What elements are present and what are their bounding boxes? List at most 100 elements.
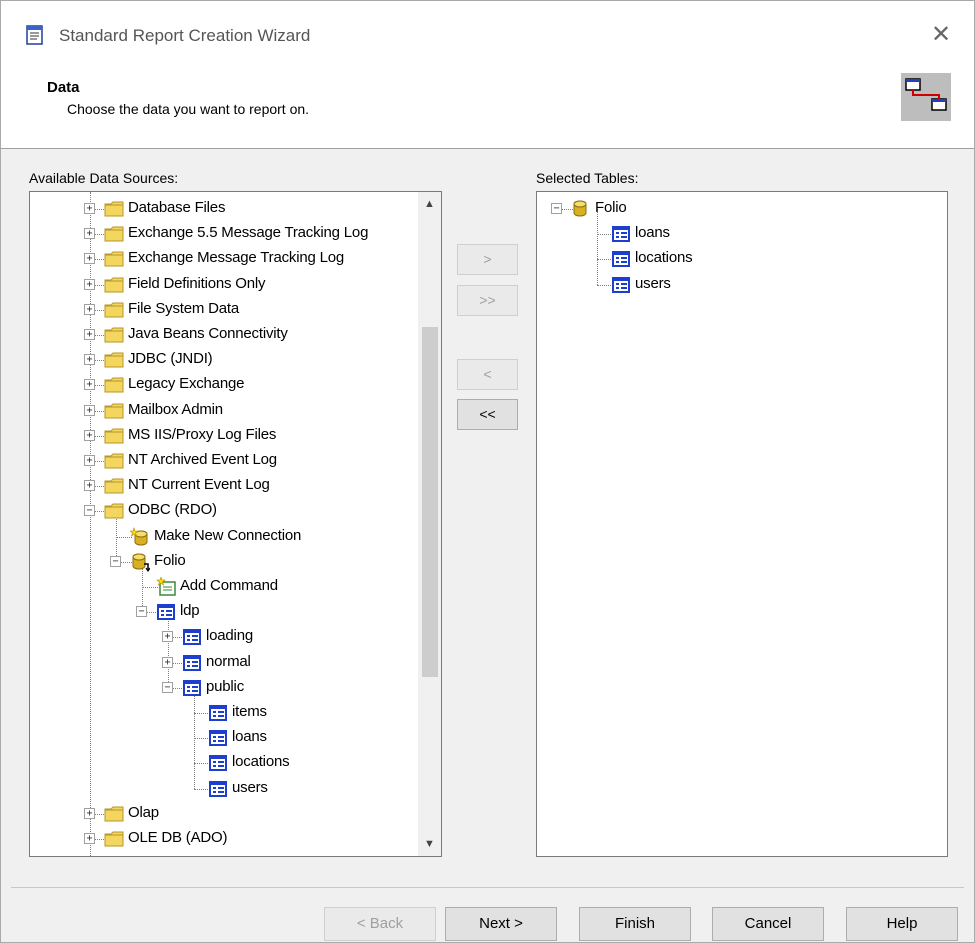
tree-item[interactable]: + NT Current Event Log xyxy=(30,474,418,498)
tree-item[interactable]: + NT Archived Event Log xyxy=(30,449,418,473)
tree-item[interactable]: Make New Connection xyxy=(30,525,418,549)
tree-item[interactable]: users xyxy=(537,273,947,297)
table-icon xyxy=(612,226,630,243)
folder-icon xyxy=(104,831,124,847)
table-icon xyxy=(183,679,201,696)
tree-item[interactable]: − public xyxy=(30,676,418,700)
cancel-button[interactable]: Cancel xyxy=(712,907,824,941)
finish-button[interactable]: Finish xyxy=(579,907,691,941)
tree-item[interactable]: − ODBC (RDO) xyxy=(30,499,418,523)
tree-item-label: MS IIS/Proxy Log Files xyxy=(128,425,277,443)
tree-item-label: File System Data xyxy=(128,299,239,317)
scroll-down-arrow-icon[interactable]: ▼ xyxy=(418,832,441,856)
expand-plus-icon[interactable]: + xyxy=(84,455,95,466)
tree-item[interactable]: + Database Files xyxy=(30,197,418,221)
scroll-up-arrow-icon[interactable]: ▲ xyxy=(418,192,441,216)
tree-item[interactable]: + Olap xyxy=(30,802,418,826)
collapse-minus-icon[interactable]: − xyxy=(110,555,121,567)
tree-item-label: loans xyxy=(635,224,670,242)
expand-plus-icon[interactable]: + xyxy=(84,429,95,441)
expand-plus-icon[interactable]: + xyxy=(84,404,95,416)
table-icon xyxy=(209,780,227,797)
expand-plus-icon[interactable]: + xyxy=(84,253,95,265)
tree-item[interactable]: + Exchange 5.5 Message Tracking Log xyxy=(30,222,418,246)
remove-button[interactable]: < xyxy=(457,359,518,390)
expand-plus-icon[interactable]: + xyxy=(162,656,173,668)
tree-item[interactable]: + MS IIS/Proxy Log Files xyxy=(30,424,418,448)
tree-item[interactable]: locations xyxy=(537,247,947,271)
tree-item-label: ldp xyxy=(180,602,200,620)
expand-plus-icon[interactable]: + xyxy=(162,631,173,643)
tree-item-label: OLE DB (ADO) xyxy=(128,829,228,846)
expand-plus-icon[interactable]: + xyxy=(84,354,95,366)
collapse-minus-icon[interactable]: − xyxy=(84,505,95,517)
tree-item[interactable]: + Exchange Message Tracking Log xyxy=(30,247,418,271)
tree-item[interactable]: + Legacy Exchange xyxy=(30,373,418,397)
scroll-thumb[interactable] xyxy=(422,327,438,677)
footer-divider xyxy=(11,887,964,888)
tree-item[interactable]: items xyxy=(30,701,418,725)
help-button[interactable]: Help xyxy=(846,907,958,941)
folder-icon xyxy=(104,403,124,419)
tree-item-label: Mailbox Admin xyxy=(128,400,223,418)
tree-scrollbar[interactable]: ▲ ▼ xyxy=(418,192,441,856)
add-command-icon xyxy=(156,577,176,596)
title-bar: Standard Report Creation Wizard ✕ xyxy=(1,1,974,71)
tree-item[interactable]: − Folio xyxy=(537,197,947,221)
remove-all-button[interactable]: << xyxy=(457,399,518,430)
tree-item-label: loading xyxy=(206,627,253,645)
new-connection-icon xyxy=(130,526,148,546)
tree-item[interactable]: + OLE DB (ADO) xyxy=(30,827,418,851)
tree-item[interactable]: + Mailbox Admin xyxy=(30,399,418,423)
folder-icon xyxy=(104,503,124,519)
tree-item[interactable]: + normal xyxy=(30,651,418,675)
folder-icon xyxy=(104,251,124,267)
expand-plus-icon[interactable]: + xyxy=(84,807,95,819)
data-link-icon xyxy=(901,73,951,121)
tree-item-label: normal xyxy=(206,652,251,670)
expand-plus-icon[interactable]: + xyxy=(84,203,95,214)
expand-plus-icon[interactable]: + xyxy=(84,329,95,340)
folder-icon xyxy=(104,201,124,217)
expand-plus-icon[interactable]: + xyxy=(84,228,95,240)
next-button[interactable]: Next > xyxy=(445,907,557,941)
tree-item-label: Make New Connection xyxy=(154,526,302,544)
tree-item[interactable]: + Java Beans Connectivity xyxy=(30,323,418,347)
tree-item[interactable]: users xyxy=(30,777,418,801)
collapse-minus-icon[interactable]: − xyxy=(551,203,562,214)
selected-tables-tree[interactable]: − Folio loans locations users xyxy=(536,191,948,857)
expand-plus-icon[interactable]: + xyxy=(84,480,95,492)
tree-item[interactable]: − Folio xyxy=(30,550,418,574)
folder-icon xyxy=(104,352,124,368)
database-icon xyxy=(573,200,587,217)
tree-item-label: Field Definitions Only xyxy=(128,274,266,292)
collapse-minus-icon[interactable]: − xyxy=(136,606,147,618)
step-subtitle: Choose the data you want to report on. xyxy=(67,101,310,117)
tree-item[interactable]: locations xyxy=(30,751,418,775)
expand-plus-icon[interactable]: + xyxy=(84,833,95,844)
tree-item[interactable]: + Field Definitions Only xyxy=(30,273,418,297)
add-all-button[interactable]: >> xyxy=(457,285,518,316)
folder-icon xyxy=(104,453,124,469)
available-sources-tree[interactable]: + Database Files + Exchange 5.5 Message Tra… xyxy=(29,191,442,857)
tree-item-label: locations xyxy=(635,249,693,267)
tree-item-label: public xyxy=(206,677,244,695)
expand-plus-icon[interactable]: + xyxy=(84,278,95,290)
tree-item-label: Legacy Exchange xyxy=(128,375,245,393)
add-button[interactable]: > xyxy=(457,244,518,275)
tree-item[interactable]: + JDBC (JNDI) xyxy=(30,348,418,372)
tree-item[interactable]: + loading xyxy=(30,625,418,649)
tree-item[interactable]: − ldp xyxy=(30,600,418,624)
tree-item[interactable]: loans xyxy=(30,726,418,750)
report-app-icon xyxy=(26,25,43,45)
expand-plus-icon[interactable]: + xyxy=(84,303,95,315)
back-button[interactable]: < Back xyxy=(324,907,436,941)
table-icon xyxy=(183,629,201,646)
tree-item[interactable]: Add Command xyxy=(30,575,418,599)
collapse-minus-icon[interactable]: − xyxy=(162,681,173,693)
expand-plus-icon[interactable]: + xyxy=(84,379,95,391)
table-icon xyxy=(209,705,227,721)
close-button[interactable]: ✕ xyxy=(923,17,959,53)
tree-item[interactable]: + File System Data xyxy=(30,298,418,322)
tree-item[interactable]: loans xyxy=(537,222,947,246)
